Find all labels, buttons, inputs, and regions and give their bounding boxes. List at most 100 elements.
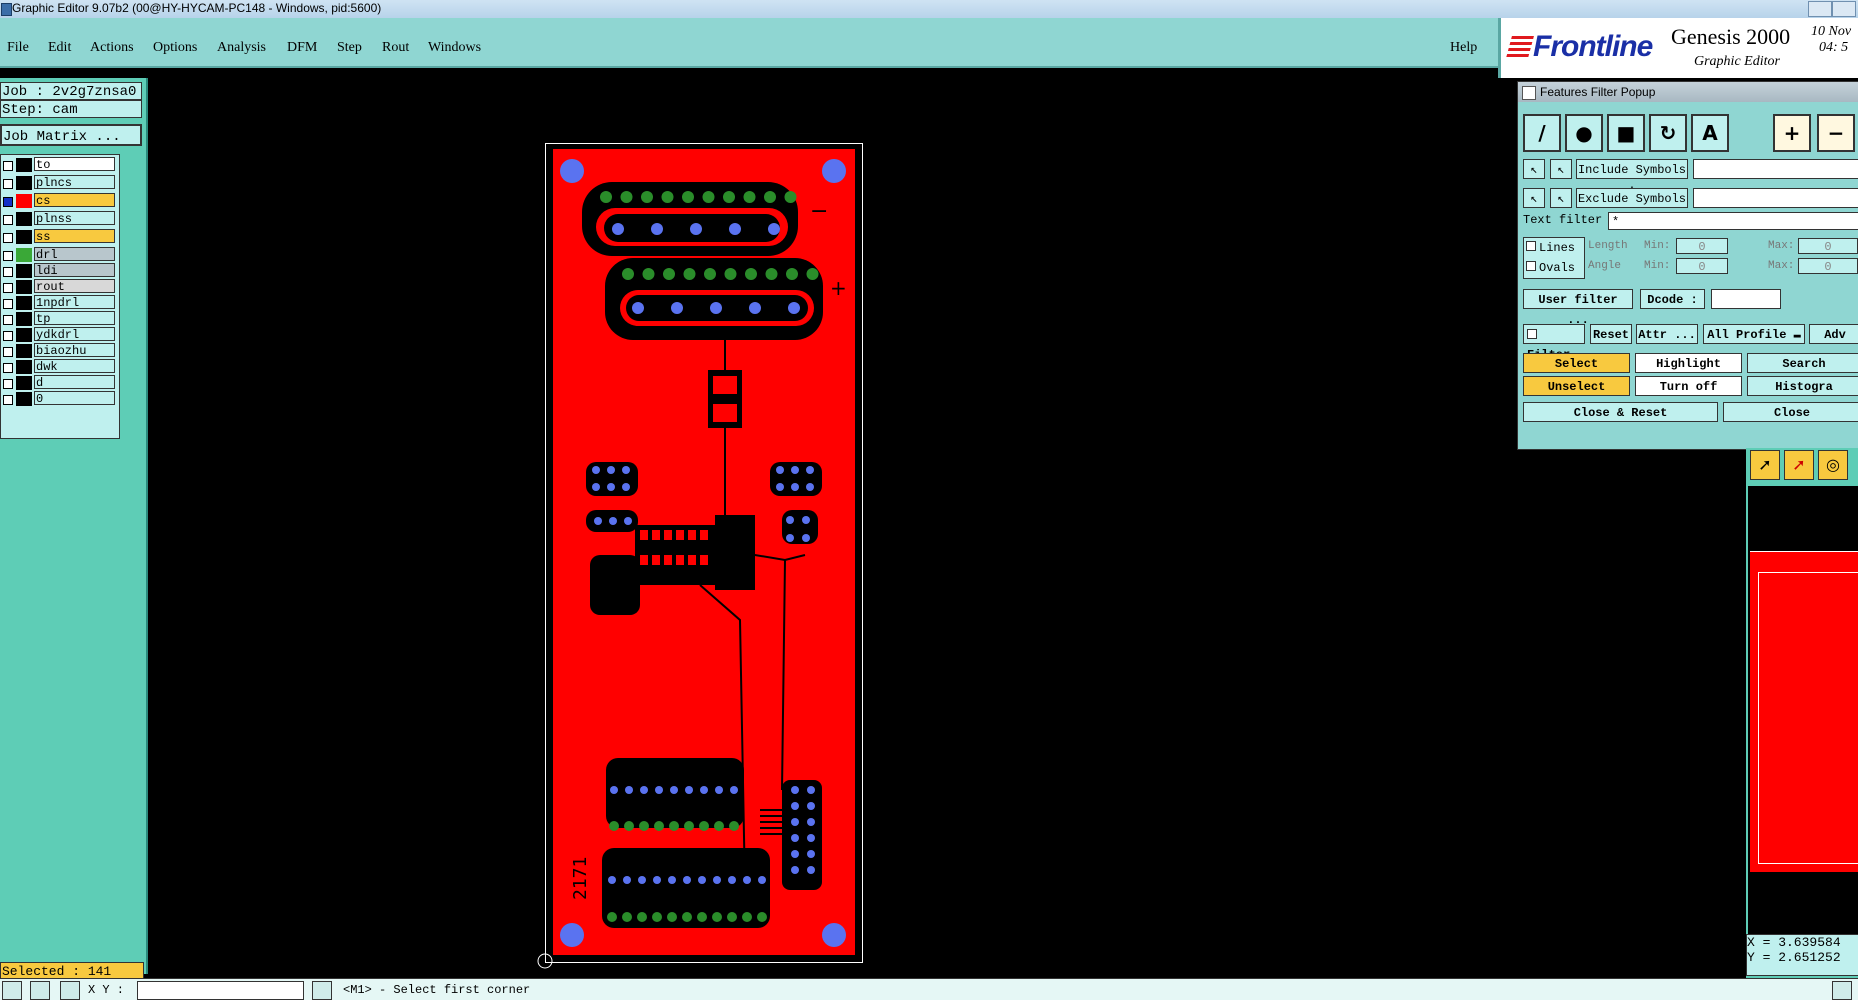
via-pad [638, 876, 646, 884]
smd-pad [664, 530, 672, 540]
via-pad [758, 876, 766, 884]
drill-hole [714, 821, 724, 831]
via-pad [788, 302, 800, 314]
via-pad [807, 850, 815, 858]
via-pad [622, 466, 630, 474]
dcode-input[interactable] [1711, 289, 1781, 309]
user-filter-button[interactable]: User filter ... [1523, 289, 1633, 327]
text-filter-label: Text filter [1523, 213, 1603, 227]
smd-pad [676, 555, 684, 565]
ovals-label: Ovals [1539, 261, 1576, 275]
close-reset-button[interactable]: Close & Reset [1523, 402, 1718, 422]
x-coordinate: X = 3.639584 [1747, 935, 1841, 950]
filter-checkbox[interactable] [1527, 329, 1537, 339]
overview-window[interactable] [1748, 486, 1858, 936]
lines-ovals-box: Lines Ovals [1523, 237, 1585, 279]
angle-min-label: Min: [1644, 260, 1671, 272]
surface-tool-icon[interactable]: ■ [1607, 114, 1645, 152]
highlight-button[interactable]: Highlight [1635, 353, 1742, 373]
turn-off-button[interactable]: Turn off [1635, 376, 1742, 396]
prompt-icon [312, 981, 332, 1000]
filter-toggle[interactable]: Filter [1523, 324, 1585, 362]
xy-input[interactable] [137, 981, 304, 1000]
include-pick2-icon[interactable]: ↖ [1550, 159, 1572, 179]
include-symbols-input[interactable] [1693, 159, 1858, 179]
arc-tool-icon[interactable]: ↻ [1649, 114, 1687, 152]
negative-polarity-icon[interactable]: − [1817, 114, 1855, 152]
length-max-input[interactable]: 0 [1798, 238, 1858, 254]
text-tool-icon[interactable]: A [1691, 114, 1729, 152]
via-pad [768, 223, 780, 235]
drill-hole [682, 191, 694, 203]
drill-hole [723, 191, 735, 203]
line-tool-icon[interactable]: / [1523, 114, 1561, 152]
via-pad [623, 876, 631, 884]
angle-min-input[interactable]: 0 [1676, 258, 1728, 274]
via-pad [607, 483, 615, 491]
via-pad [607, 466, 615, 474]
via-pad [791, 466, 799, 474]
lines-checkbox[interactable] [1526, 241, 1536, 251]
dcode-label: Dcode : [1640, 289, 1705, 309]
dropdown-icon: ▬ [1793, 328, 1801, 342]
drill-hole [729, 821, 739, 831]
histogram-button[interactable]: Histogra [1747, 376, 1858, 396]
smd-pad [700, 530, 708, 540]
cross-tool-icon[interactable] [30, 981, 50, 1000]
via-pad [655, 786, 663, 794]
drill-hole [784, 191, 797, 203]
include-pick-icon[interactable]: ↖ [1523, 159, 1545, 179]
ovals-checkbox[interactable] [1526, 261, 1536, 271]
via-pad [743, 876, 751, 884]
drill-hole [622, 268, 634, 280]
via-pad [624, 517, 632, 525]
via-pad [653, 876, 661, 884]
attr-button[interactable]: Attr ... [1636, 324, 1698, 344]
reset-button[interactable]: Reset [1590, 324, 1632, 344]
grid-tool-icon[interactable] [60, 981, 80, 1000]
positive-polarity-icon[interactable]: + [1773, 114, 1811, 152]
mounting-hole [560, 923, 584, 947]
exclude-symbols-label: Exclude Symbols : [1576, 188, 1688, 226]
via-pad [594, 517, 602, 525]
via-pad [791, 834, 799, 842]
drill-hole [757, 912, 767, 922]
adv-button[interactable]: Adv [1809, 324, 1858, 344]
smd-pad [640, 530, 648, 540]
prompt-text: <M1> - Select first corner [343, 983, 531, 997]
coordinate-readout: X = 3.639584 Y = 2.651252 [1746, 934, 1858, 976]
exclude-pick-icon[interactable]: ↖ [1523, 188, 1545, 208]
mounting-hole [822, 923, 846, 947]
via-pad [710, 302, 722, 314]
length-min-label: Min: [1644, 240, 1671, 252]
length-min-input[interactable]: 0 [1676, 238, 1728, 254]
via-pad [807, 818, 815, 826]
via-pad [786, 534, 794, 542]
angle-max-input[interactable]: 0 [1798, 258, 1858, 274]
via-pad [670, 786, 678, 794]
info-button[interactable] [1832, 981, 1852, 1000]
pointer-icon[interactable]: ➚ [1750, 450, 1780, 480]
zoom-tool-icon[interactable] [2, 981, 22, 1000]
select-pointer-icon[interactable]: ➚ [1784, 450, 1814, 480]
board-label: 2171 [570, 857, 591, 900]
via-pad [802, 516, 810, 524]
via-pad [807, 786, 815, 794]
overview-board [1750, 551, 1858, 872]
exclude-pick2-icon[interactable]: ↖ [1550, 188, 1572, 208]
close-x-icon[interactable] [1522, 86, 1536, 100]
via-pad [791, 483, 799, 491]
close-button[interactable]: Close [1723, 402, 1858, 422]
drill-hole [682, 912, 692, 922]
pad-tool-icon[interactable]: ● [1565, 114, 1603, 152]
drill-hole [697, 912, 707, 922]
exclude-symbols-input[interactable] [1693, 188, 1858, 208]
drill-hole [667, 912, 677, 922]
all-profile-select[interactable]: All Profile ▬ [1703, 324, 1805, 344]
angle-max-label: Max: [1768, 260, 1795, 272]
text-filter-input[interactable]: * [1608, 212, 1858, 230]
pointer-circle-icon[interactable]: ◎ [1818, 450, 1848, 480]
select-button[interactable]: Select [1523, 353, 1630, 373]
unselect-button[interactable]: Unselect [1523, 376, 1630, 396]
search-button[interactable]: Search [1747, 353, 1858, 373]
